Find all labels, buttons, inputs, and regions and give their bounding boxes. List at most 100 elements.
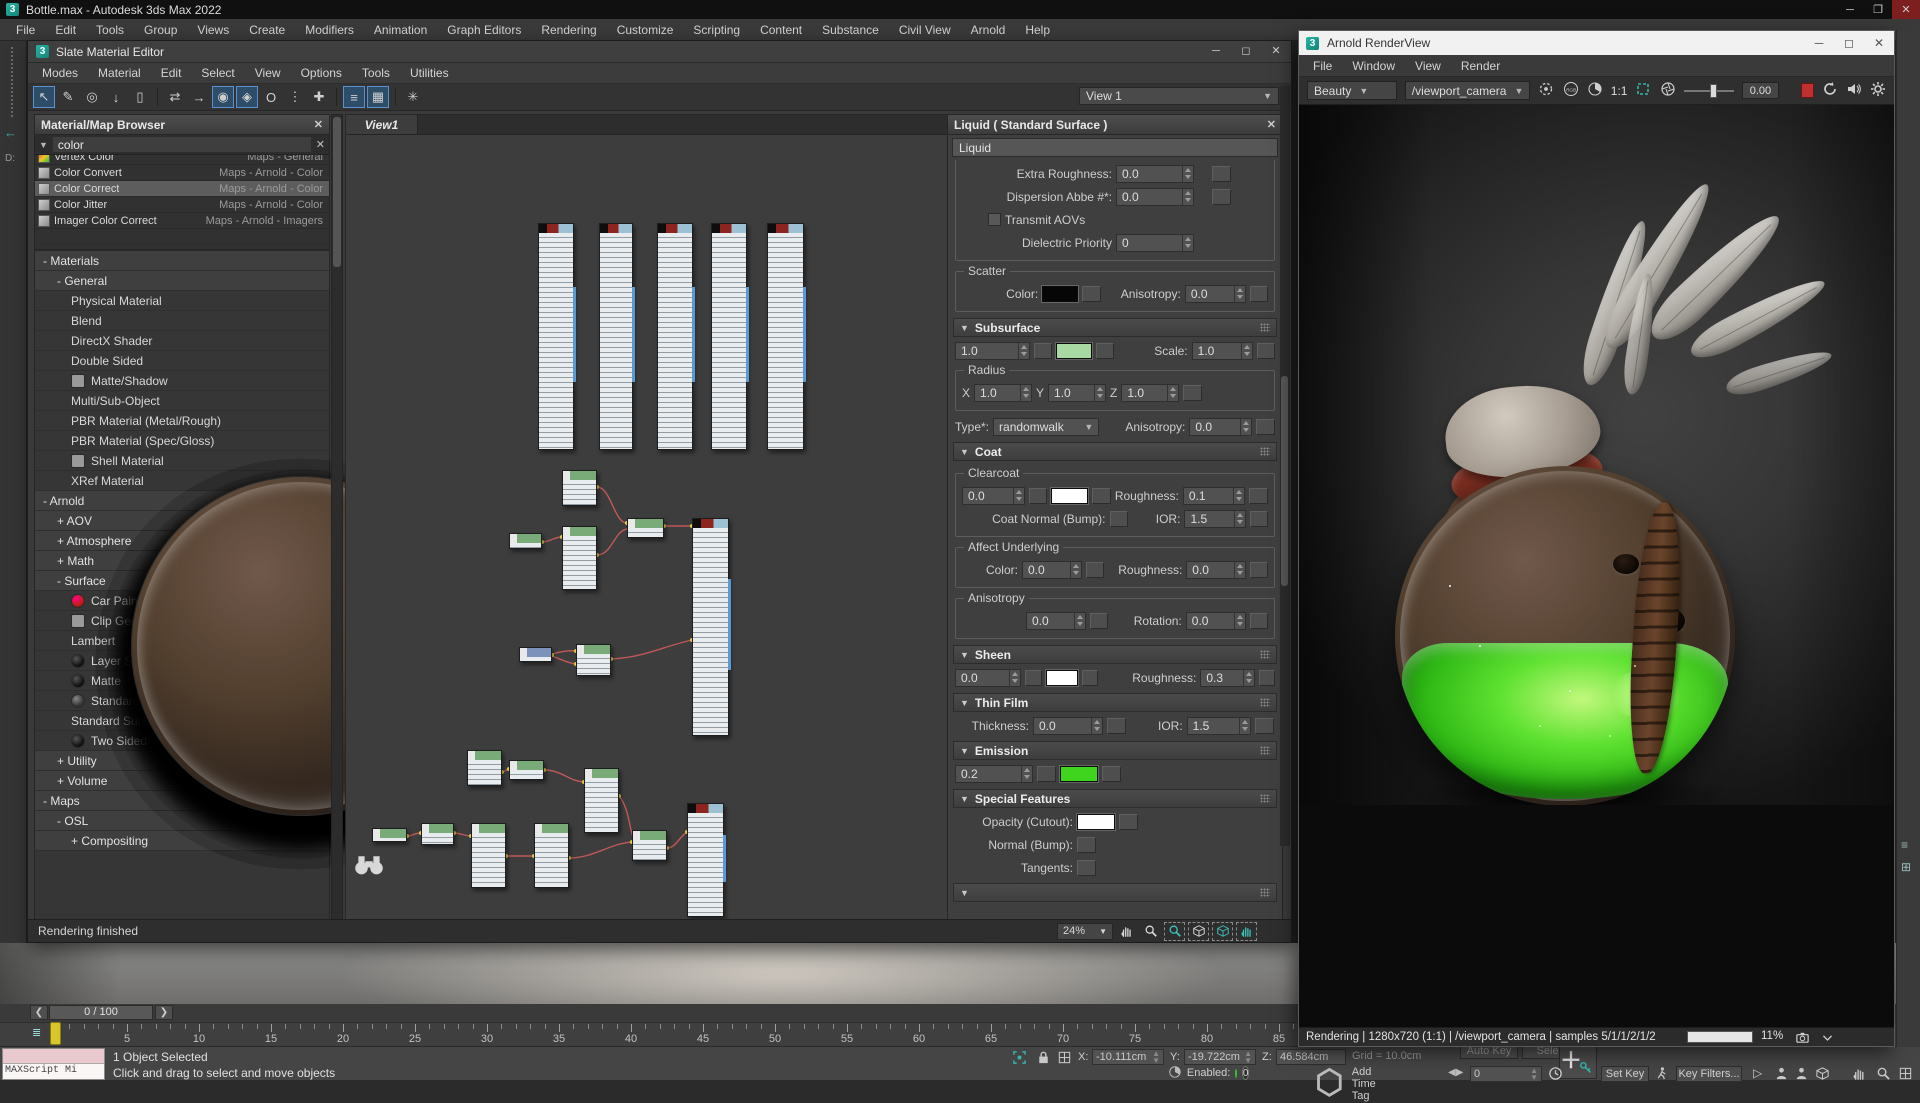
- map-node[interactable]: [562, 470, 597, 506]
- hide-unused-nodeslots-icon[interactable]: →: [188, 86, 210, 108]
- settings-gear-icon[interactable]: [1870, 81, 1886, 101]
- pick-material-from-object-icon[interactable]: ✎: [57, 86, 79, 108]
- parameter-panel-header[interactable]: Liquid ( Standard Surface ) ✕: [948, 115, 1282, 135]
- map-node[interactable]: [562, 526, 597, 590]
- zoom-viewport-icon[interactable]: [1876, 1066, 1893, 1081]
- scatter-color-map-button[interactable]: [1082, 285, 1101, 302]
- emission-weight-spinner[interactable]: 0.2: [955, 764, 1033, 783]
- slate-maximize-button[interactable]: ◻: [1231, 41, 1261, 60]
- select-tool-icon[interactable]: ↖: [33, 86, 55, 108]
- view-selector-dropdown[interactable]: View 1 ▼: [1079, 87, 1279, 105]
- max-menu-tools[interactable]: Tools: [86, 21, 134, 39]
- search-input[interactable]: color: [52, 137, 311, 152]
- map-node[interactable]: [421, 823, 454, 845]
- node-canvas[interactable]: [346, 135, 948, 919]
- show-background-icon[interactable]: ◈: [236, 86, 258, 108]
- slate-menu-view[interactable]: View: [245, 64, 291, 82]
- normal-bump-map-button[interactable]: [1077, 836, 1096, 853]
- show-thumbnail-toggle-icon[interactable]: ▦: [367, 86, 389, 108]
- tree-item-physical-material[interactable]: Physical Material: [35, 291, 471, 816]
- slate-menu-select[interactable]: Select: [191, 64, 244, 82]
- browser-scrollbar[interactable]: [331, 114, 343, 920]
- snapshot-icon[interactable]: [1538, 81, 1554, 101]
- map-node[interactable]: [632, 830, 667, 861]
- dispersion-spinner[interactable]: 0.0: [1116, 187, 1194, 206]
- slate-minimize-button[interactable]: ─: [1201, 41, 1231, 60]
- viewport-grid-icon[interactable]: ⊞: [1901, 860, 1911, 874]
- slate-titlebar[interactable]: 3 Slate Material Editor ─ ◻ ✕: [28, 41, 1291, 63]
- expand-log-icon[interactable]: [1821, 1031, 1834, 1044]
- coat-color-swatch[interactable]: [1050, 486, 1090, 505]
- map-node[interactable]: [576, 644, 611, 676]
- subsurface-color-map-button[interactable]: [1096, 342, 1115, 359]
- standard-surface-node[interactable]: [767, 223, 806, 450]
- arnold-titlebar[interactable]: 3 Arnold RenderView ─ ◻ ✕: [1299, 31, 1894, 55]
- slate-menu-edit[interactable]: Edit: [151, 64, 192, 82]
- coat-normal-map-button[interactable]: [1109, 510, 1128, 527]
- dielectric-spinner[interactable]: 0: [1116, 233, 1194, 252]
- max-menu-arnold[interactable]: Arnold: [961, 21, 1016, 39]
- max-menu-animation[interactable]: Animation: [364, 21, 437, 39]
- next-frame-button[interactable]: ❯: [155, 1005, 173, 1020]
- emission-weight-map-button[interactable]: [1037, 765, 1056, 782]
- arnold-menu-file[interactable]: File: [1303, 57, 1342, 75]
- tree-group--materials[interactable]: - Materials: [35, 251, 329, 271]
- clear-search-icon[interactable]: ✕: [316, 138, 325, 151]
- subsurface-aniso-spinner[interactable]: 0.0: [1189, 417, 1253, 436]
- y-coordinate-field[interactable]: -19.722cm ▲ ▼: [1184, 1049, 1256, 1065]
- rotation-map-button[interactable]: [1250, 612, 1268, 629]
- save-snapshot-icon[interactable]: [1795, 1030, 1810, 1045]
- slate-menu-options[interactable]: Options: [291, 64, 352, 82]
- radius-y-spinner[interactable]: 1.0: [1048, 383, 1107, 402]
- coat-roughness-map-button[interactable]: [1249, 487, 1268, 504]
- tree-item-blend[interactable]: Blend: [35, 311, 471, 816]
- max-menu-scripting[interactable]: Scripting: [683, 21, 750, 39]
- search-result-row[interactable]: Color Convert Maps - Arnold - Color: [35, 165, 329, 181]
- zoom-ratio[interactable]: 1:1: [1611, 84, 1628, 98]
- tree-item-pbr-material-spec-gloss-[interactable]: PBR Material (Spec/Gloss): [35, 431, 471, 816]
- max-menu-rendering[interactable]: Rendering: [531, 21, 606, 39]
- standard-surface-node[interactable]: [711, 223, 749, 450]
- sheen-weight-spinner[interactable]: 0.0: [955, 668, 1022, 687]
- standard-surface-node[interactable]: [538, 223, 576, 450]
- max-menu-group[interactable]: Group: [134, 21, 187, 39]
- tree-item-pbr-material-metal-rough-[interactable]: PBR Material (Metal/Rough): [35, 411, 471, 816]
- close-button[interactable]: ✕: [1892, 0, 1920, 19]
- max-menu-help[interactable]: Help: [1015, 21, 1060, 39]
- aov-dropdown[interactable]: Beauty ▼: [1307, 81, 1397, 100]
- mini-curve-editor-icon[interactable]: ≣: [32, 1026, 41, 1039]
- max-menu-file[interactable]: File: [6, 21, 45, 39]
- extra-roughness-map-button[interactable]: [1212, 165, 1231, 182]
- scatter-color-swatch[interactable]: [1041, 284, 1080, 303]
- slate-menu-tools[interactable]: Tools: [352, 64, 400, 82]
- opacity-map-button[interactable]: [1119, 813, 1138, 830]
- zoom-region-icon[interactable]: [1164, 921, 1185, 941]
- sheen-color-map-button[interactable]: [1081, 669, 1099, 686]
- render-image[interactable]: [1299, 105, 1894, 805]
- time-slider-playhead[interactable]: [50, 1022, 61, 1045]
- maximize-button[interactable]: ❐: [1864, 0, 1892, 19]
- map-node[interactable]: [519, 647, 552, 662]
- max-menu-customize[interactable]: Customize: [607, 21, 684, 39]
- refresh-render-icon[interactable]: [1822, 81, 1838, 101]
- frame-step-icon[interactable]: ◀▶: [1448, 1067, 1463, 1078]
- opacity-swatch[interactable]: [1076, 812, 1116, 831]
- standard-surface-node[interactable]: [687, 803, 726, 917]
- move-children-icon[interactable]: ⇄: [164, 86, 186, 108]
- rgb-channels-icon[interactable]: RGB: [1563, 81, 1579, 101]
- max-menu-modifiers[interactable]: Modifiers: [295, 21, 364, 39]
- slate-close-button[interactable]: ✕: [1261, 41, 1291, 60]
- sheen-weight-map-button[interactable]: [1025, 669, 1042, 686]
- maximize-viewport-icon[interactable]: [1898, 1066, 1915, 1081]
- max-menu-create[interactable]: Create: [239, 21, 295, 39]
- zoom-extents-selected-icon[interactable]: [1212, 921, 1233, 941]
- parameter-panel-close-icon[interactable]: ✕: [1267, 118, 1276, 131]
- scatter-aniso-map-button[interactable]: [1249, 285, 1269, 302]
- notification-sound-icon[interactable]: [1846, 81, 1862, 101]
- sheen-rollout[interactable]: ▼ Sheen: [953, 645, 1277, 664]
- subsurface-scale-map-button[interactable]: [1256, 342, 1275, 359]
- pan-to-selected-icon[interactable]: [1236, 921, 1257, 941]
- stop-render-button[interactable]: [1801, 83, 1814, 98]
- play-icon[interactable]: ▷: [1753, 1066, 1770, 1081]
- clipped-rollout[interactable]: ▼: [953, 883, 1277, 902]
